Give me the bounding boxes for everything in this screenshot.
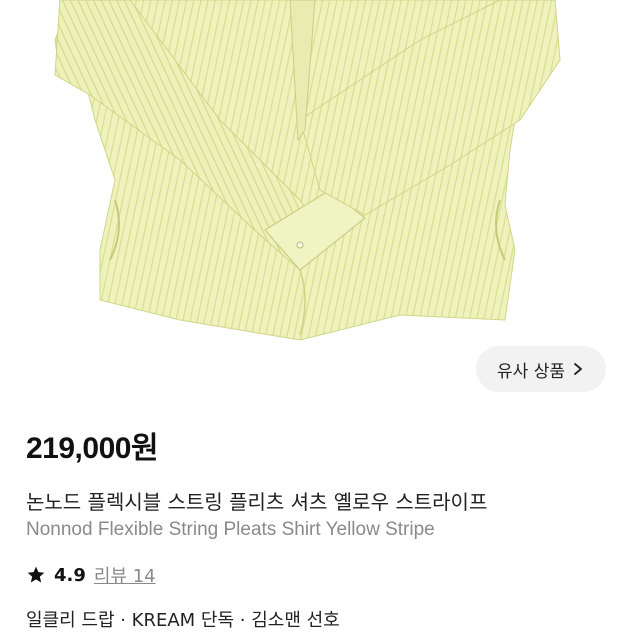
similar-products-label: 유사 상품 (497, 361, 565, 382)
product-name-korean: 논노드 플렉시블 스트링 플리츠 셔츠 옐로우 스트라이프 (26, 490, 488, 514)
product-price: 219,000원 (26, 432, 159, 465)
product-tags: 일클리 드랍 · KREAM 단독 · 김소맨 선호 (26, 610, 340, 631)
shirt-photo (54, 0, 561, 341)
review-link[interactable]: 리뷰 14 (94, 562, 156, 588)
similar-products-button[interactable]: 유사 상품 (476, 346, 606, 392)
star-icon (27, 566, 45, 583)
rating-row: 4.9 리뷰 14 (26, 562, 156, 588)
product-image[interactable] (0, 0, 620, 345)
rating-value: 4.9 (54, 564, 86, 586)
chevron-right-icon (574, 363, 582, 375)
product-name-english: Nonnod Flexible String Pleats Shirt Yell… (26, 519, 435, 540)
